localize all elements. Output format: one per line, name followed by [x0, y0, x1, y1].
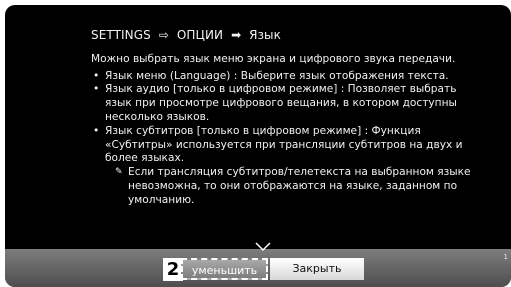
close-button[interactable]: Закрыть: [270, 258, 364, 280]
bullet-icon: •: [93, 83, 100, 96]
intro-text: Можно выбрать язык меню экрана и цифрово…: [91, 52, 456, 65]
breadcrumb-language: Язык: [249, 28, 281, 42]
list-item: • Язык меню (Language) : Выберите язык от…: [93, 69, 449, 82]
note: ✎ Если трансляция субтитров/телетекста н…: [91, 166, 481, 207]
step-number-badge: 2: [163, 258, 183, 281]
note-text: Если трансляция субтитров/телетекста на …: [128, 166, 471, 206]
breadcrumb: SETTINGS ⇨ ОПЦИИ ➡ Язык: [91, 28, 481, 43]
reduce-button[interactable]: уменьшить: [181, 258, 268, 280]
page-indicator: 1: [503, 253, 508, 261]
note-icon: ✎: [115, 167, 123, 178]
chevron-down-icon[interactable]: [255, 242, 271, 252]
bullet-list: • Язык меню (Language) : Выберите язык от…: [91, 70, 481, 167]
bullet-icon: •: [93, 69, 100, 82]
arrow-solid-icon: ➡: [231, 28, 242, 42]
list-item: • Язык субтитров [только в цифровом режим…: [93, 124, 463, 165]
content-area: SETTINGS ⇨ ОПЦИИ ➡ Язык Можно выбрать яз…: [91, 15, 481, 208]
breadcrumb-options: ОПЦИИ: [176, 28, 224, 42]
bullet-icon: •: [93, 124, 100, 137]
list-item: • Язык аудио [только в цифровом режиме] :…: [93, 83, 457, 123]
arrow-outline-icon: ⇨: [158, 28, 169, 42]
breadcrumb-settings: SETTINGS: [91, 28, 151, 42]
